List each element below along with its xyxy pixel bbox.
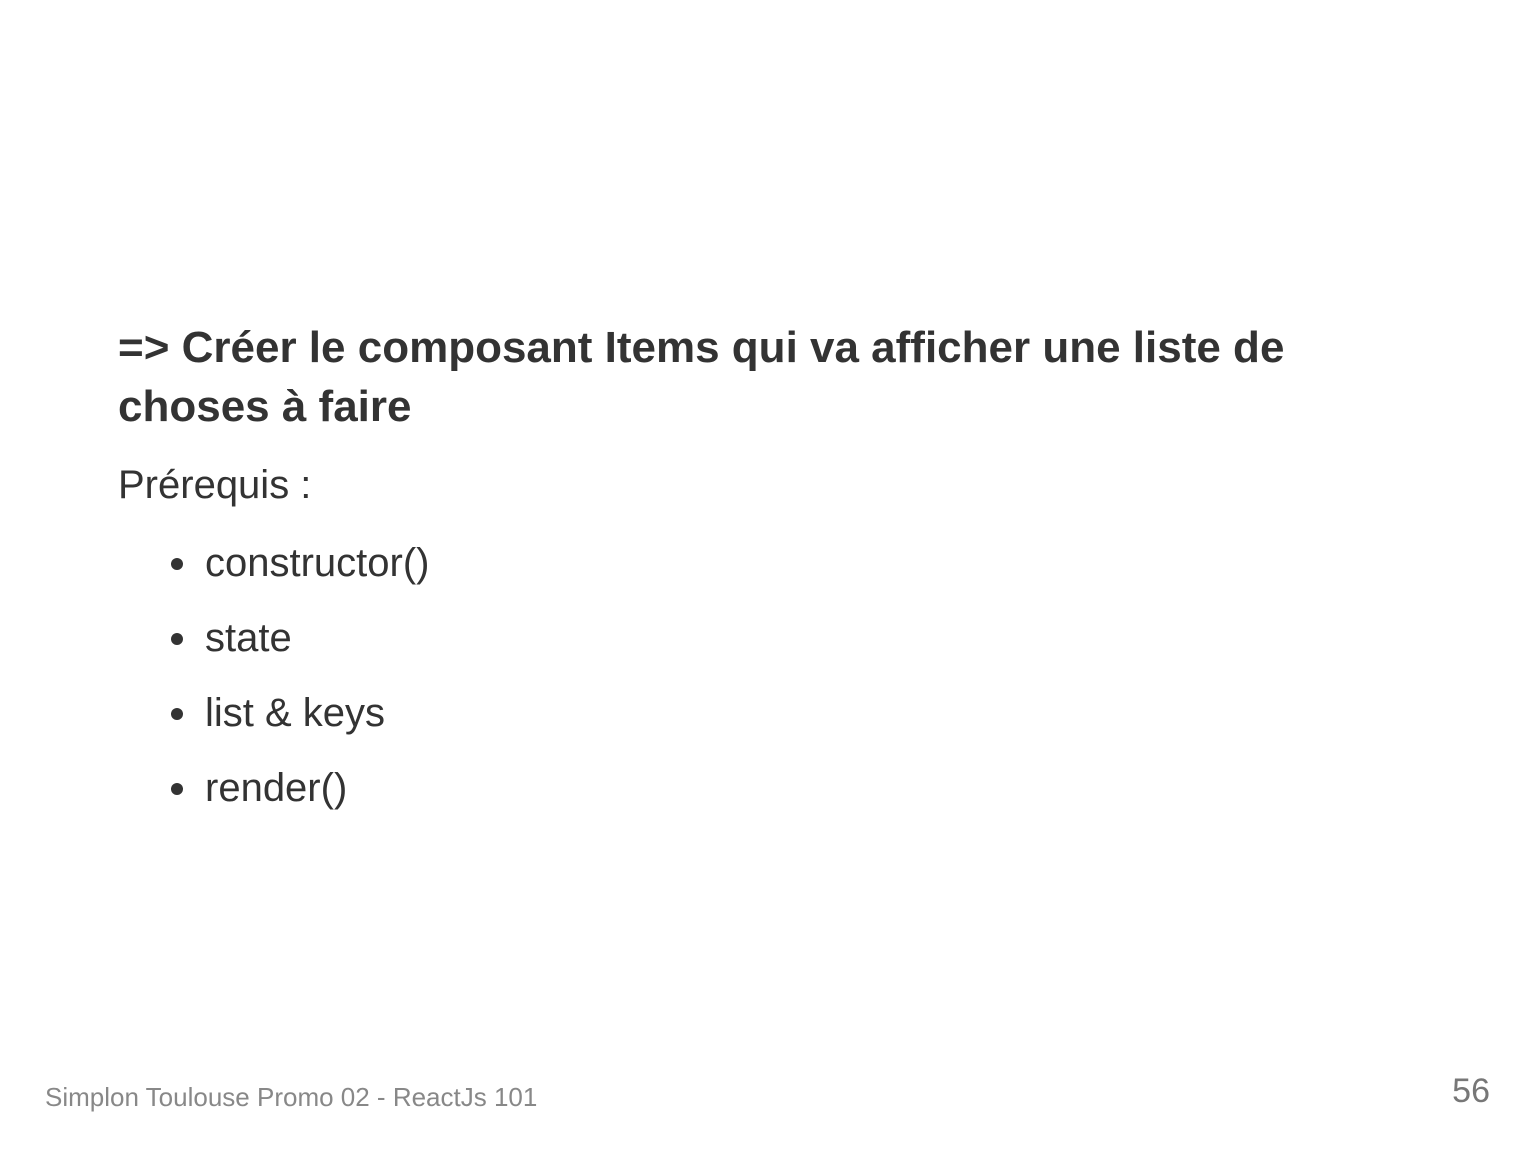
slide-content: => Créer le composant Items qui va affic… — [118, 318, 1418, 838]
list-item-text: constructor() — [205, 541, 430, 585]
slide-heading: => Créer le composant Items qui va affic… — [118, 323, 1285, 431]
bullet-dot-icon — [171, 558, 183, 570]
list-item-text: list & keys — [205, 691, 386, 735]
page-number: 56 — [1452, 1072, 1490, 1110]
slide: => Créer le composant Items qui va affic… — [0, 0, 1536, 1152]
list-item: constructor() — [118, 538, 1418, 588]
prerequisites-list: constructor() state list & keys render() — [118, 538, 1418, 813]
list-item: render() — [118, 763, 1418, 813]
list-item: list & keys — [118, 688, 1418, 738]
footer-caption: Simplon Toulouse Promo 02 - ReactJs 101 — [45, 1082, 538, 1112]
bullet-dot-icon — [171, 783, 183, 795]
list-item-text: render() — [205, 766, 348, 810]
prerequisites-label: Prérequis : — [118, 463, 312, 507]
bullet-dot-icon — [171, 633, 183, 645]
list-item: state — [118, 613, 1418, 663]
bullet-dot-icon — [171, 708, 183, 720]
list-item-text: state — [205, 616, 292, 660]
